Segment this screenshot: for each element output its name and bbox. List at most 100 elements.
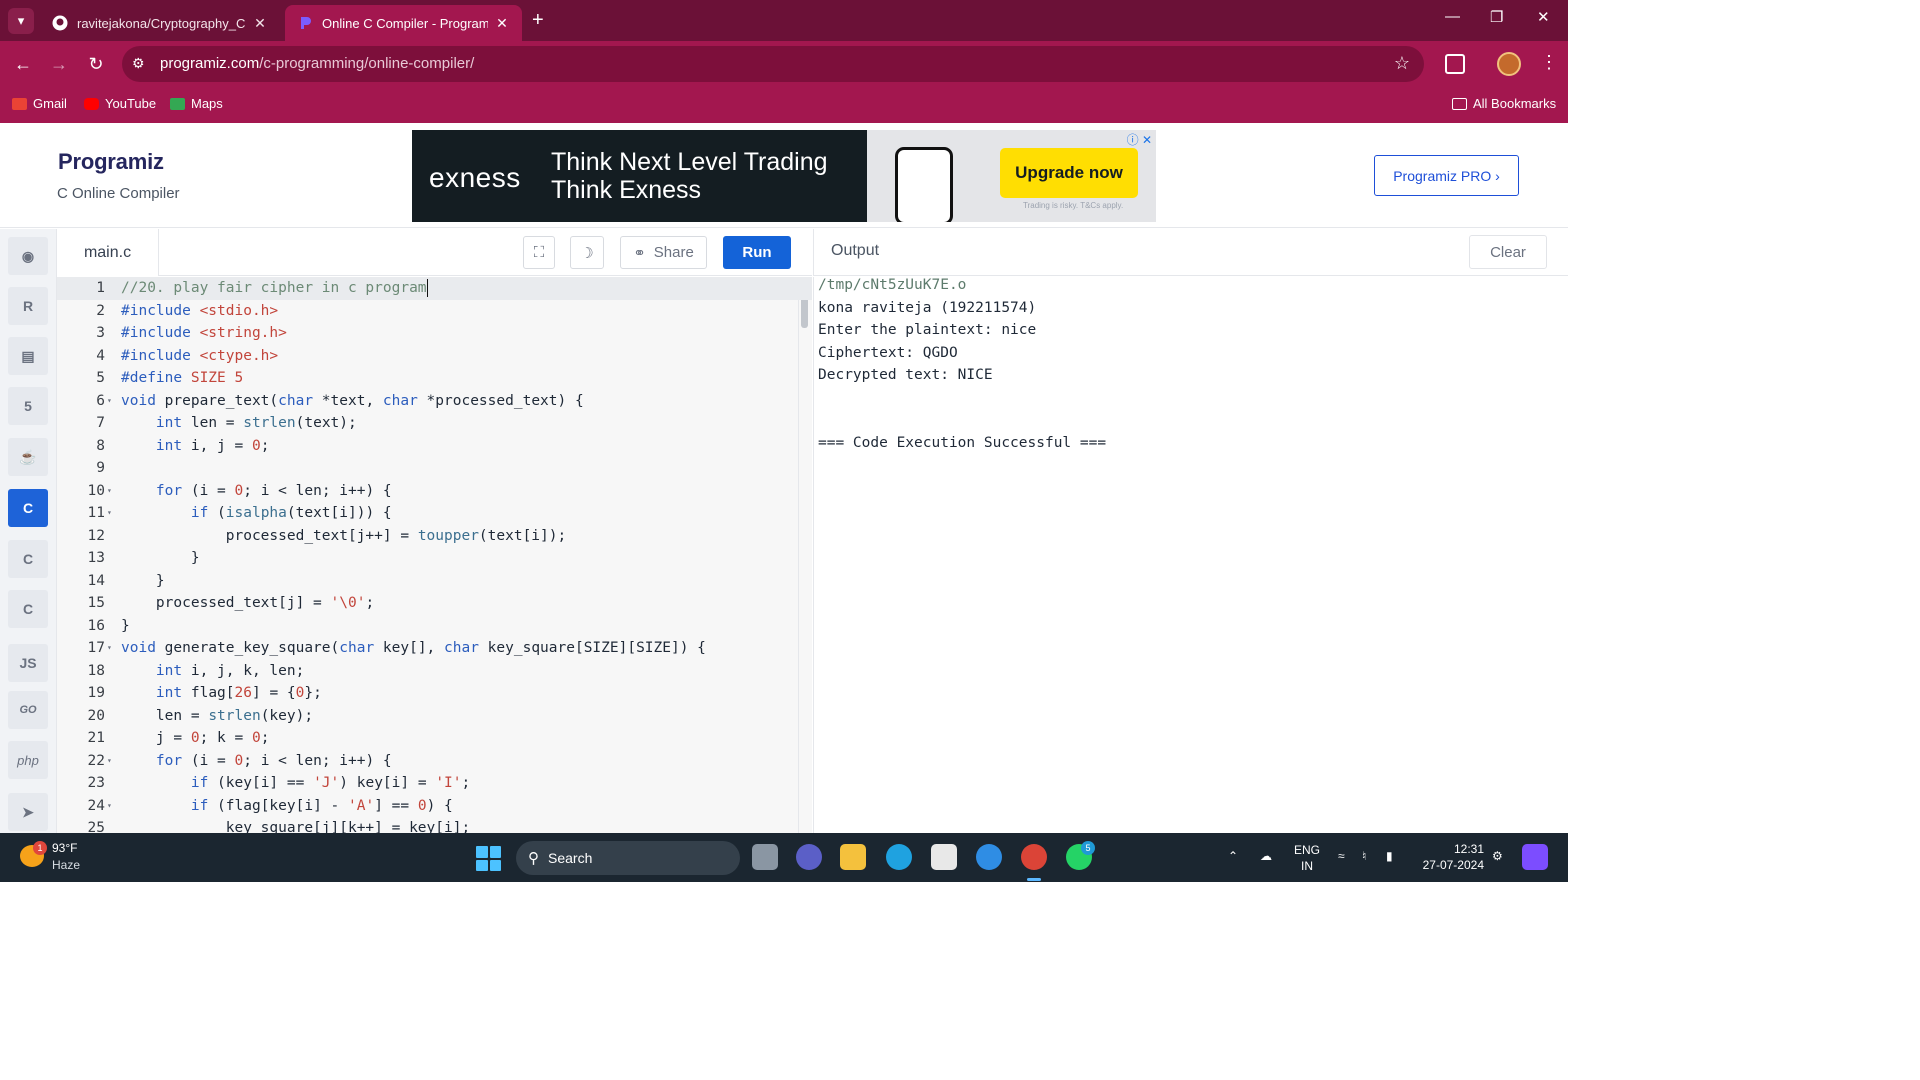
code-line[interactable]: 13 } [57, 547, 812, 570]
cpp-icon[interactable]: C [8, 540, 48, 578]
programiz-logo[interactable]: Programiz [58, 149, 164, 175]
bookmarks-bar: Gmail YouTube Maps All Bookmarks [0, 88, 1568, 123]
notifications-icon[interactable]: ⚙ [1492, 849, 1503, 863]
php-icon[interactable]: php [8, 741, 48, 779]
clear-button[interactable]: Clear [1469, 235, 1547, 269]
all-bookmarks[interactable]: All Bookmarks [1452, 96, 1556, 111]
menu-kebab-icon[interactable]: ⋮ [1540, 52, 1558, 73]
language-indicator[interactable]: ENG IN [1294, 842, 1320, 874]
profile-avatar[interactable] [1497, 52, 1521, 76]
sql-icon[interactable]: ▤ [8, 337, 48, 375]
meet-icon[interactable] [796, 844, 822, 870]
code-line[interactable]: 3 #include <string.h> [57, 322, 812, 345]
code-line[interactable]: 7 int len = strlen(text); [57, 412, 812, 435]
forward-icon[interactable]: → [48, 54, 70, 75]
r-icon[interactable]: R [8, 287, 48, 325]
reload-icon[interactable]: ↻ [85, 54, 107, 75]
url-text[interactable]: programiz.com/c-programming/online-compi… [160, 55, 474, 72]
html-icon[interactable]: 5 [8, 387, 48, 425]
address-bar[interactable]: ⚙ programiz.com/c-programming/online-com… [122, 46, 1424, 82]
tab-search-button[interactable]: ▾ [8, 7, 34, 34]
volume-muted-icon[interactable]: ♮ [1362, 849, 1366, 863]
code-line[interactable]: 17 ▾ void generate_key_square(char key[], … [57, 637, 812, 660]
tab-github[interactable]: ravitejakona/Cryptography_CSA ✕ [40, 5, 280, 41]
system-clock[interactable]: 12:31 27-07-2024 [1418, 841, 1484, 873]
code-line[interactable]: 14 } [57, 570, 812, 593]
bookmark-youtube[interactable]: YouTube [84, 96, 156, 111]
minimize-icon[interactable]: — [1445, 8, 1460, 25]
code-editor[interactable]: 1//20. play fair cipher in c program 2 #i… [57, 277, 812, 833]
close-tab-icon[interactable]: ✕ [252, 15, 268, 32]
code-line[interactable]: 22 ▾ for (i = 0; i < len; i++) { [57, 750, 812, 773]
file-tab-main-c[interactable]: main.c [57, 229, 159, 276]
code-line[interactable]: 5 #define SIZE 5 [57, 367, 812, 390]
share-button[interactable]: ⚭ Share [620, 236, 707, 269]
file-explorer-icon[interactable] [840, 844, 866, 870]
python-icon[interactable]: ◉ [8, 237, 48, 275]
code-line[interactable]: 15 processed_text[j] = '\0'; [57, 592, 812, 615]
c-icon[interactable]: C [8, 489, 48, 527]
code-line[interactable]: 18 int i, j, k, len; [57, 660, 812, 683]
active-app-indicator [1027, 878, 1041, 881]
new-tab-button[interactable]: + [532, 9, 544, 32]
code-line[interactable]: 25 key_square[j][k++] = key[i]; [57, 817, 812, 833]
weather-temperature[interactable]: 93°F [52, 841, 77, 855]
code-line[interactable]: 19 int flag[26] = {0}; [57, 682, 812, 705]
code-line[interactable]: 10 ▾ for (i = 0; i < len; i++) { [57, 480, 812, 503]
code-line[interactable]: 16} [57, 615, 812, 638]
extensions-icon[interactable] [1445, 54, 1465, 74]
site-info-icon[interactable]: ⚙ [132, 55, 145, 72]
run-button[interactable]: Run [723, 236, 791, 269]
go-icon[interactable]: GO [8, 691, 48, 729]
bookmark-gmail[interactable]: Gmail [12, 96, 67, 111]
code-line[interactable]: 20 len = strlen(key); [57, 705, 812, 728]
fullscreen-button[interactable]: ⛶ [523, 236, 555, 269]
battery-icon[interactable]: ▮ [1386, 849, 1393, 863]
code-line[interactable]: 21 j = 0; k = 0; [57, 727, 812, 750]
code-line[interactable]: 24 ▾ if (flag[key[i] - 'A'] == 0) { [57, 795, 812, 818]
ad-cta-button[interactable]: Upgrade now [1000, 148, 1138, 198]
chrome-icon[interactable] [1021, 844, 1047, 870]
code-line[interactable]: 12 processed_text[j++] = toupper(text[i]… [57, 525, 812, 548]
wifi-icon[interactable]: ≈ [1338, 849, 1345, 863]
windows-taskbar: 1 93°F Haze ⚲ Search 5 ⌃ ☁ ENG IN ≈ ♮ ▮ … [0, 833, 1568, 882]
bookmark-star-icon[interactable]: ☆ [1394, 53, 1410, 74]
ad-close-icon[interactable]: ⓘ ✕ [1127, 131, 1152, 148]
tray-chevron-icon[interactable]: ⌃ [1228, 849, 1238, 863]
output-console[interactable]: /tmp/cNt5zUuK7E.o kona raviteja (1922115… [813, 277, 1568, 833]
js-icon[interactable]: JS [8, 644, 48, 682]
output-line: /tmp/cNt5zUuK7E.o [818, 277, 967, 293]
java-icon[interactable]: ☕ [8, 438, 48, 476]
output-line: Decrypted text: NICE [818, 367, 993, 383]
windows-start-icon[interactable] [476, 846, 501, 871]
restore-icon[interactable]: ❐ [1490, 8, 1503, 26]
onedrive-icon[interactable]: ☁ [1260, 849, 1272, 863]
code-line[interactable]: 8 int i, j = 0; [57, 435, 812, 458]
taskbar-search[interactable]: ⚲ Search [516, 841, 740, 875]
code-line[interactable]: 23 if (key[i] == 'J') key[i] = 'I'; [57, 772, 812, 795]
code-line[interactable]: 11 ▾ if (isalpha(text[i])) { [57, 502, 812, 525]
help-icon[interactable] [976, 844, 1002, 870]
ad-banner[interactable]: exness Think Next Level Trading Think Ex… [412, 130, 1156, 222]
code-line[interactable]: 1//20. play fair cipher in c program [57, 277, 812, 300]
code-line[interactable]: 2 #include <stdio.h> [57, 300, 812, 323]
task-view-icon[interactable] [752, 844, 778, 870]
code-line[interactable]: 6 ▾ void prepare_text(char *text, char *pr… [57, 390, 812, 413]
close-tab-icon[interactable]: ✕ [494, 15, 510, 32]
bookmark-maps[interactable]: Maps [170, 96, 223, 111]
copilot-icon[interactable] [1522, 844, 1548, 870]
code-line[interactable]: 4 #include <ctype.h> [57, 345, 812, 368]
swift-icon[interactable]: ➤ [8, 793, 48, 831]
csharp-icon[interactable]: C [8, 590, 48, 628]
folder-icon [1452, 97, 1467, 110]
edge-icon[interactable] [886, 844, 912, 870]
dark-mode-button[interactable]: ☽ [570, 236, 604, 269]
close-window-icon[interactable]: ✕ [1537, 8, 1550, 26]
code-line[interactable]: 9 [57, 457, 812, 480]
output-line: === Code Execution Successful === [818, 435, 1107, 451]
weather-condition[interactable]: Haze [52, 858, 80, 872]
programiz-pro-button[interactable]: Programiz PRO › [1374, 155, 1519, 196]
back-icon[interactable]: ← [12, 54, 34, 75]
tab-programiz[interactable]: Online C Compiler - Programiz ✕ [285, 5, 522, 41]
store-icon[interactable] [931, 844, 957, 870]
